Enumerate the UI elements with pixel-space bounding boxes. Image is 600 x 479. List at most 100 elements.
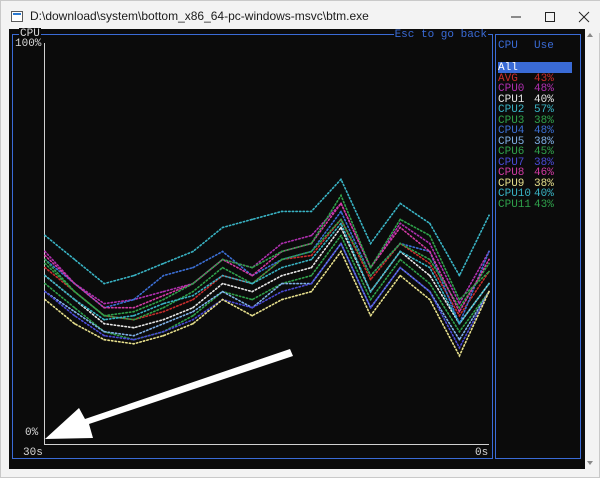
legend-row-cpu5[interactable]: CPU5 38% [498,136,578,148]
data-point [428,282,431,285]
data-point [73,314,76,317]
data-point [340,234,342,237]
data-point [369,298,372,301]
data-point [162,298,165,301]
data-point [162,334,165,337]
data-point [280,290,283,293]
data-point [310,210,313,213]
data-point [458,306,461,309]
legend-header-cpu: CPU [498,40,518,52]
data-point [221,250,224,253]
data-point [132,298,135,301]
legend-row-cpu11[interactable]: CPU11 43% [498,199,578,211]
data-point [458,338,461,341]
data-point [458,274,461,277]
data-point [192,306,194,309]
data-point [162,318,165,321]
legend-row-cpu0[interactable]: CPU0 48% [498,83,578,95]
legend-row-cpu4[interactable]: CPU4 48% [498,125,578,137]
data-point [399,258,402,261]
data-point [369,242,372,245]
data-point [73,306,76,309]
data-point [428,290,431,293]
maximize-icon [545,12,555,22]
data-point [458,346,461,349]
data-point [458,298,461,301]
data-point [369,274,372,277]
cpu-graph-panel[interactable]: CPU Esc to go back 100% 0% 30s 0s [12,28,493,459]
data-point [488,214,490,217]
data-point [340,222,342,225]
data-point [103,334,106,337]
series-cpu10 [44,221,490,326]
data-point [428,262,431,265]
data-point [369,306,372,309]
data-point [310,290,313,293]
data-point [132,334,135,337]
data-point [162,294,165,297]
data-point [340,242,342,245]
legend-row-cpu9[interactable]: CPU9 38% [498,178,578,190]
data-point [162,262,165,265]
data-point [192,310,194,313]
legend-row-cpu10[interactable]: CPU10 40% [498,188,578,200]
data-point [221,282,224,285]
data-point [192,250,194,253]
data-point [399,218,402,221]
data-point [73,258,76,261]
cpu-line-chart [44,177,490,358]
data-point [221,298,224,301]
data-point [488,262,490,265]
legend-row-cpu3[interactable]: CPU3 38% [498,115,578,127]
scroll-up-arrow-icon[interactable] [587,33,593,37]
vertical-scrollbar[interactable] [585,29,595,469]
data-point [221,274,224,277]
data-point [251,282,254,285]
data-point [44,290,46,293]
data-point [340,202,342,205]
data-point [132,326,135,329]
data-point [280,282,283,285]
series-cpu9 [44,249,490,358]
data-point [221,266,224,269]
data-point [221,290,224,293]
series-line [44,221,490,326]
legend-row-cpu6[interactable]: CPU6 45% [498,146,578,158]
data-point [310,266,313,269]
data-point [369,314,372,317]
data-point [251,314,254,317]
legend-row-cpu7[interactable]: CPU7 38% [498,157,578,169]
data-point [73,282,76,285]
data-point [280,210,283,213]
data-point [132,274,135,277]
data-point [221,226,224,229]
data-point [132,318,135,321]
legend-header-use: Use [534,40,554,52]
data-point [44,262,46,265]
legend-row-cpu8[interactable]: CPU8 46% [498,167,578,179]
legend-row-cpu2[interactable]: CPU2 57% [498,104,578,116]
data-point [221,258,224,261]
legend-row-cpu1[interactable]: CPU1 40% [498,94,578,106]
data-point [192,314,194,317]
data-point [280,274,283,277]
close-icon [578,11,590,23]
data-point [251,298,254,301]
data-point [251,274,254,277]
scroll-down-arrow-icon[interactable] [587,461,593,465]
legend-row-all[interactable]: All [498,62,578,74]
cpu-legend-panel[interactable]: CPU Use All AVG 43% CPU0 48% CPU1 40% CPU2 57% CP… [495,34,581,459]
data-point [162,310,165,313]
data-point [280,266,283,269]
data-point [428,298,431,301]
data-point [428,250,431,253]
data-point [44,266,46,269]
series-cpu0 [44,201,490,306]
data-point [251,266,254,269]
terminal-area[interactable]: CPU Esc to go back 100% 0% 30s 0s CPU Us… [9,28,585,469]
legend-row-avg[interactable]: AVG 43% [498,73,578,85]
data-point [192,318,194,321]
data-point [310,234,313,237]
data-point [44,258,46,261]
data-point [399,250,402,253]
